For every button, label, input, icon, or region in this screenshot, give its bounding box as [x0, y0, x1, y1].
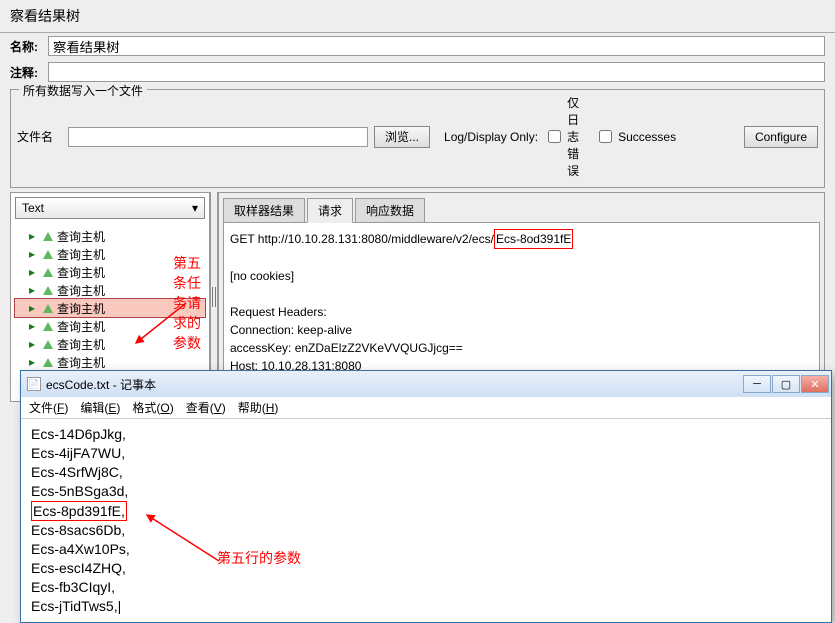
file-section-legend: 所有数据写入一个文件 — [19, 82, 147, 99]
notepad-menubar[interactable]: 文件(F) 编辑(E) 格式(O) 查看(V) 帮助(H) — [21, 397, 831, 419]
notepad-title: ecsCode.txt - 记事本 — [46, 376, 156, 393]
name-input[interactable] — [48, 36, 825, 56]
request-param-highlight: Ecs-8od391fE — [494, 229, 573, 249]
no-cookies: [no cookies] — [230, 267, 813, 285]
window-maximize-button[interactable]: ▢ — [772, 375, 800, 393]
tree-item[interactable]: ▸ 查询主机 — [15, 317, 205, 335]
notepad-line: Ecs-8pd391fE, — [31, 501, 821, 522]
comment-label: 注释: — [10, 64, 48, 81]
tab-sampler-result[interactable]: 取样器结果 — [223, 198, 305, 223]
success-icon — [43, 232, 53, 241]
expand-icon: ▸ — [29, 247, 41, 261]
tree-item-label: 查询主机 — [57, 282, 105, 299]
menu-file[interactable]: 文件(F) — [29, 399, 68, 416]
errors-only-checkbox[interactable]: 仅日志错误 — [544, 94, 589, 179]
comment-input[interactable] — [48, 62, 825, 82]
notepad-line: Ecs-escI4ZHQ, — [31, 559, 821, 578]
notepad-body[interactable]: Ecs-14D6pJkg,Ecs-4ijFA7WU,Ecs-4SrfWj8C,E… — [21, 419, 831, 622]
tree-item-label: 查询主机 — [57, 354, 105, 371]
tree-item[interactable]: ▸ 查询主机 — [15, 353, 205, 371]
tab-response-data[interactable]: 响应数据 — [355, 198, 425, 223]
successes-checkbox-input[interactable] — [599, 130, 612, 143]
notepad-line: Ecs-4ijFA7WU, — [31, 444, 821, 463]
success-icon — [43, 358, 53, 367]
notepad-line-highlight: Ecs-8pd391fE, — [31, 501, 127, 522]
expand-icon: ▸ — [29, 229, 41, 243]
menu-view[interactable]: 查看(V) — [186, 399, 226, 416]
panel-title: 察看结果树 — [0, 0, 835, 33]
expand-icon: ▸ — [29, 337, 41, 351]
menu-help[interactable]: 帮助(H) — [238, 399, 279, 416]
success-icon — [43, 322, 53, 331]
request-header-line: accessKey: enZDaElzZ2VKeVVQUGJjcg== — [230, 339, 813, 357]
notepad-titlebar[interactable]: 📄 ecsCode.txt - 记事本 ─ ▢ ✕ — [21, 371, 831, 397]
errors-only-checkbox-input[interactable] — [548, 130, 561, 143]
view-mode-dropdown[interactable]: Text ▾ — [15, 197, 205, 219]
tree-item-label: 查询主机 — [57, 336, 105, 353]
tree-item-label: 查询主机 — [57, 246, 105, 263]
tree-item[interactable]: ▸ 查询主机 — [15, 227, 205, 245]
success-icon — [43, 304, 53, 313]
expand-icon: ▸ — [29, 355, 41, 369]
expand-icon: ▸ — [29, 319, 41, 333]
chevron-down-icon: ▾ — [192, 201, 198, 215]
tree-item[interactable]: ▸ 查询主机 — [15, 299, 205, 317]
request-line: GET http://10.10.28.131:8080/middleware/… — [230, 232, 494, 246]
expand-icon: ▸ — [29, 265, 41, 279]
log-display-only-label: Log/Display Only: — [444, 130, 538, 144]
success-icon — [43, 250, 53, 259]
file-label: 文件名 — [17, 128, 62, 145]
tree-item-label: 查询主机 — [57, 318, 105, 335]
tree-item[interactable]: ▸ 查询主机 — [15, 245, 205, 263]
success-icon — [43, 268, 53, 277]
notepad-line: Ecs-14D6pJkg, — [31, 425, 821, 444]
configure-button[interactable]: Configure — [744, 126, 818, 148]
success-icon — [43, 286, 53, 295]
notepad-line: Ecs-jTidTws5,| — [31, 597, 821, 616]
request-header-line: Connection: keep-alive — [230, 321, 813, 339]
request-headers-title: Request Headers: — [230, 303, 813, 321]
tree-item-label: 查询主机 — [57, 264, 105, 281]
tree-item-label: 查询主机 — [57, 228, 105, 245]
window-close-button[interactable]: ✕ — [801, 375, 829, 393]
notepad-icon: 📄 — [27, 377, 41, 391]
expand-icon: ▸ — [29, 283, 41, 297]
notepad-line: Ecs-8sacs6Db, — [31, 521, 821, 540]
notepad-line: Ecs-5nBSga3d, — [31, 482, 821, 501]
expand-icon: ▸ — [29, 301, 41, 315]
tree-item[interactable]: ▸ 查询主机 — [15, 263, 205, 281]
browse-button[interactable]: 浏览... — [374, 126, 430, 148]
notepad-line: Ecs-fb3CIqyI, — [31, 578, 821, 597]
notepad-line: Ecs-4SrfWj8C, — [31, 463, 821, 482]
notepad-window[interactable]: 📄 ecsCode.txt - 记事本 ─ ▢ ✕ 文件(F) 编辑(E) 格式… — [20, 370, 832, 623]
tree-item-label: 查询主机 — [57, 300, 105, 317]
filename-input[interactable] — [68, 127, 368, 147]
tree-item[interactable]: ▸ 查询主机 — [15, 335, 205, 353]
notepad-line: Ecs-a4Xw10Ps, — [31, 540, 821, 559]
name-label: 名称: — [10, 38, 48, 55]
menu-format[interactable]: 格式(O) — [132, 399, 173, 416]
successes-checkbox[interactable]: Successes — [595, 127, 640, 146]
tab-request[interactable]: 请求 — [307, 198, 353, 223]
success-icon — [43, 340, 53, 349]
window-minimize-button[interactable]: ─ — [743, 375, 771, 393]
menu-edit[interactable]: 编辑(E) — [80, 399, 120, 416]
tree-item[interactable]: ▸ 查询主机 — [15, 281, 205, 299]
